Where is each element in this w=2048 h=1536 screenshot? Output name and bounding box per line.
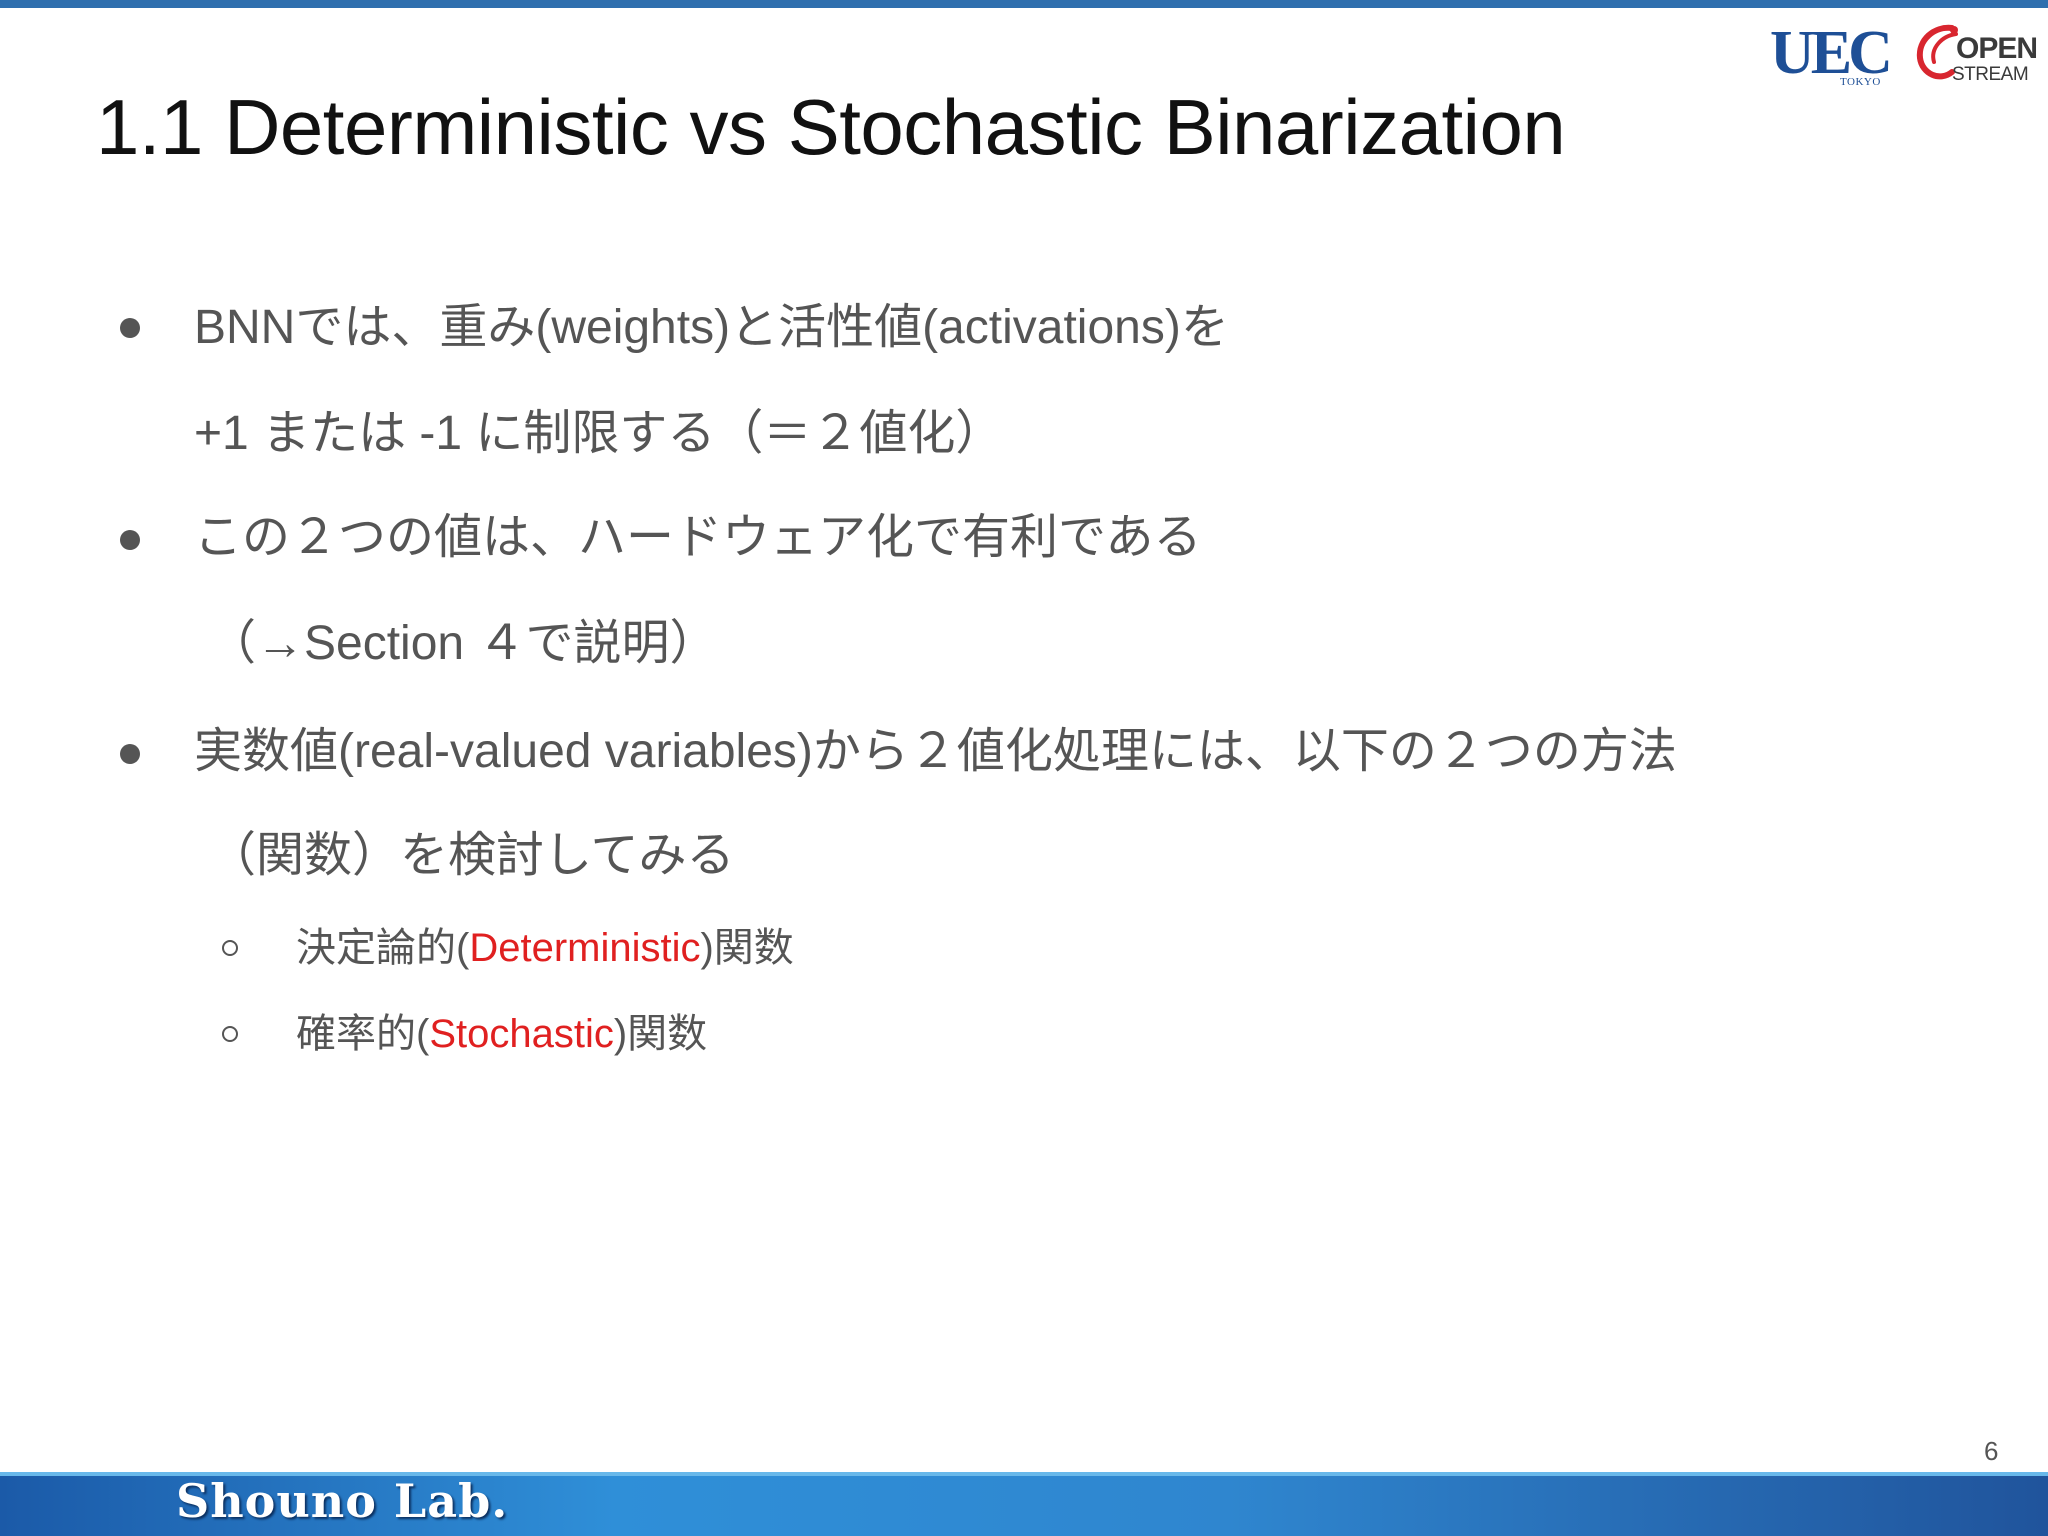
bullet-dot-icon [120,744,140,764]
sub-item-suffix: )関数 [700,926,794,970]
page-number: 6 [1984,1436,1999,1466]
sub-item-prefix: 確率的( [296,1012,430,1056]
bullet-dot-icon [120,530,140,550]
sub-item-prefix: 決定論的( [296,926,470,970]
slide: 1.1 Deterministic vs Stochastic Binariza… [0,0,2048,1536]
sub-item-highlight: Stochastic [429,1012,614,1056]
sub-item-stochastic: 確率的(Stochastic)関数 [296,1009,707,1059]
sub-bullet-circle-icon [222,940,238,956]
bullet-3-line-2: （関数）を検討してみる [208,829,735,882]
bullet-3-line-1: 実数値(real-valued variables)から２値化処理には、以下の２… [194,725,1677,778]
footer-lab-name: Shouno Lab. [176,1474,509,1528]
sub-item-highlight: Deterministic [469,926,701,970]
sub-item-deterministic: 決定論的(Deterministic)関数 [296,923,794,973]
bullet-2-line-2: （→Section ４で説明） [208,617,718,670]
sub-item-suffix: )関数 [613,1012,708,1056]
bullet-2-line-1: この２つの値は、ハードウェア化で有利である [194,511,1202,564]
bullet-dot-icon [120,318,140,338]
slide-body: BNNでは、重み(weights)と活性値(activations)を +1 ま… [0,0,2048,1536]
sub-bullet-circle-icon [222,1026,238,1042]
bullet-1-line-1: BNNでは、重み(weights)と活性値(activations)を [194,301,1229,354]
bullet-1-line-2: +1 または -1 に制限する（＝２値化） [194,407,1004,460]
